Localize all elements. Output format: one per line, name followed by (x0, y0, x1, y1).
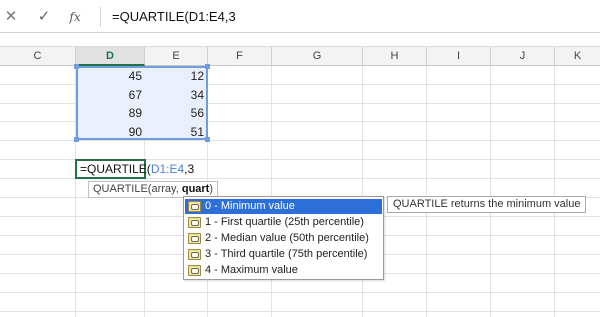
formula-suffix: ,3 (184, 162, 195, 176)
cell-formula-text[interactable]: =QUARTILE(D1:E4,3 (80, 162, 194, 176)
autocomplete-item-label: 1 - First quartile (25th percentile) (205, 216, 364, 228)
argument-autocomplete-list[interactable]: 0 - Minimum value 1 - First quartile (25… (183, 196, 384, 280)
formula-prefix: =QUARTILE( (80, 162, 151, 176)
autocomplete-item-label: 2 - Median value (50th percentile) (205, 232, 369, 244)
column-headers: C D E F G H I J K (0, 46, 600, 66)
autocomplete-item-1[interactable]: 1 - First quartile (25th percentile) (185, 215, 382, 230)
cell-e1[interactable]: 12 (145, 67, 204, 85)
column-header-k[interactable]: K (555, 47, 600, 66)
function-name-link[interactable]: QUARTILE( (93, 183, 151, 195)
formula-bar-divider (100, 7, 101, 27)
autocomplete-item-label: 3 - Third quartile (75th percentile) (205, 248, 368, 260)
argument-array: array, (151, 183, 182, 195)
argument-close-paren: ) (209, 183, 214, 195)
insert-function-icon[interactable]: fx (66, 8, 84, 26)
cell-d1[interactable]: 45 (76, 67, 142, 85)
range-handle-bottom-right[interactable] (205, 137, 210, 142)
autocomplete-item-3[interactable]: 3 - Third quartile (75th percentile) (185, 247, 382, 262)
column-header-i[interactable]: I (427, 47, 491, 66)
enumerated-value-icon (188, 265, 201, 276)
enumerated-value-icon (188, 217, 201, 228)
cell-d3[interactable]: 89 (76, 104, 142, 122)
enumerated-value-icon (188, 201, 201, 212)
column-header-g[interactable]: G (272, 47, 363, 66)
formula-range-reference: D1:E4 (150, 162, 185, 176)
cell-d4[interactable]: 90 (76, 123, 142, 141)
column-header-j[interactable]: J (491, 47, 555, 66)
autocomplete-item-label: 4 - Maximum value (205, 264, 298, 276)
enumerated-value-icon (188, 233, 201, 244)
cell-e3[interactable]: 56 (145, 104, 204, 122)
autocomplete-item-0[interactable]: 0 - Minimum value (185, 199, 382, 214)
autocomplete-item-4[interactable]: 4 - Maximum value (185, 263, 382, 278)
autocomplete-item-2[interactable]: 2 - Median value (50th percentile) (185, 231, 382, 246)
column-header-h[interactable]: H (363, 47, 427, 66)
column-header-d[interactable]: D (76, 47, 145, 66)
column-header-e[interactable]: E (145, 47, 208, 66)
range-handle-top-right[interactable] (205, 64, 210, 69)
argument-description-tooltip: QUARTILE returns the minimum value (387, 196, 587, 213)
cell-d2[interactable]: 67 (76, 86, 142, 104)
enter-checkmark-icon[interactable]: ✓ (35, 8, 53, 26)
argument-quart-current: quart (181, 183, 210, 195)
column-header-c[interactable]: C (0, 47, 76, 66)
column-header-f[interactable]: F (208, 47, 272, 66)
formula-bar: ✕ ✓ fx =QUARTILE(D1:E4,3 (0, 0, 600, 33)
formula-input[interactable]: =QUARTILE(D1:E4,3 (112, 9, 236, 24)
cell-e4[interactable]: 51 (145, 123, 204, 141)
autocomplete-item-label: 0 - Minimum value (205, 200, 295, 212)
enumerated-value-icon (188, 249, 201, 260)
cancel-icon[interactable]: ✕ (2, 8, 20, 26)
cell-e2[interactable]: 34 (145, 86, 204, 104)
